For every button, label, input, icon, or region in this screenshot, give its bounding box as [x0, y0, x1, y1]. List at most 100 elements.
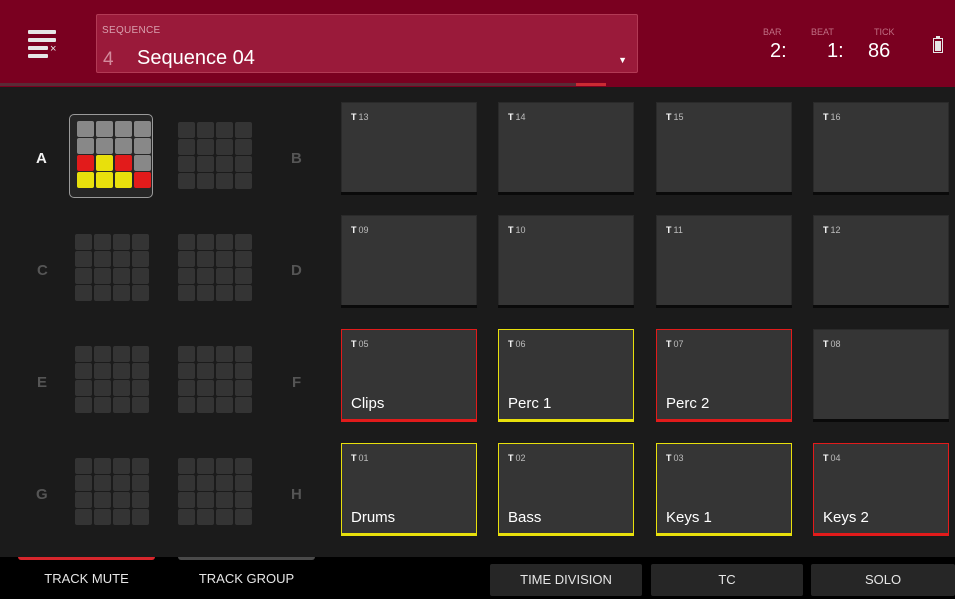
bank-cell	[197, 458, 214, 474]
track-name: Keys 1	[666, 509, 712, 526]
track-pad[interactable]: T 11	[656, 215, 792, 308]
track-pad-bottom-bar	[341, 305, 477, 308]
sequence-selector[interactable]: SEQUENCE 4 Sequence 04 ▼	[96, 14, 638, 73]
track-pad[interactable]: T 03 Keys 1	[656, 443, 792, 536]
bank-cell	[178, 380, 195, 396]
track-pad[interactable]: T 10	[498, 215, 634, 308]
track-pad[interactable]: T 04 Keys 2	[813, 443, 949, 536]
track-name: Drums	[351, 509, 396, 526]
bank-cell	[75, 397, 92, 413]
bank-cell	[178, 346, 195, 362]
bank-e-grid[interactable]	[70, 338, 154, 422]
track-pad[interactable]: T 14	[498, 102, 634, 195]
sequence-number: 4	[103, 49, 114, 70]
tick-value[interactable]: 86	[868, 40, 890, 63]
track-pad-bottom-bar	[656, 192, 792, 195]
bank-letter-b[interactable]: B	[291, 150, 302, 167]
bank-cell	[197, 122, 214, 138]
bank-letter-f[interactable]: F	[292, 374, 301, 391]
track-number: T 14	[508, 112, 526, 122]
bank-cell	[216, 173, 233, 189]
bank-cell	[134, 172, 151, 188]
track-pad[interactable]: T 02 Bass	[498, 443, 634, 536]
bank-cell	[178, 458, 195, 474]
footer-bar: TRACK MUTE TRACK GROUP TIME DIVISION TC …	[0, 557, 955, 599]
track-pad[interactable]: T 13	[341, 102, 477, 195]
tc-button[interactable]: TC	[651, 564, 803, 596]
bank-letter-a[interactable]: A	[36, 150, 47, 167]
bank-cell	[235, 363, 252, 379]
bank-cell	[77, 172, 94, 188]
bank-letter-h[interactable]: H	[291, 486, 302, 503]
track-name: Bass	[508, 509, 542, 526]
track-group-tab[interactable]: TRACK GROUP	[178, 557, 315, 599]
bank-cell	[96, 172, 113, 188]
bank-cell	[197, 492, 214, 508]
bank-cell	[132, 492, 149, 508]
track-pad[interactable]: T 12	[813, 215, 949, 308]
bank-cell	[75, 492, 92, 508]
track-pad[interactable]: T 01 Drums	[341, 443, 477, 536]
bank-c-grid[interactable]	[70, 226, 154, 310]
solo-button[interactable]: SOLO	[811, 564, 955, 596]
bank-cell	[178, 251, 195, 267]
track-mute-tab[interactable]: TRACK MUTE	[18, 557, 155, 599]
bank-cell	[113, 268, 130, 284]
bank-cell	[75, 251, 92, 267]
bank-cell	[132, 268, 149, 284]
bank-letter-c[interactable]: C	[37, 262, 48, 279]
track-number: T 16	[823, 112, 841, 122]
time-division-button[interactable]: TIME DIVISION	[490, 564, 642, 596]
bank-letter-g[interactable]: G	[36, 486, 48, 503]
bank-h-grid[interactable]	[173, 450, 257, 534]
tick-caption: TICK	[874, 27, 895, 37]
bank-cell	[197, 380, 214, 396]
bank-cell	[75, 380, 92, 396]
bank-cell	[178, 492, 195, 508]
bank-g-grid[interactable]	[70, 450, 154, 534]
bank-b-grid[interactable]	[173, 114, 257, 198]
track-number: T 11	[666, 225, 683, 235]
bank-cell	[94, 509, 111, 525]
bank-cell	[235, 509, 252, 525]
track-name: Clips	[351, 395, 385, 412]
track-pad-bottom-bar	[341, 419, 477, 422]
track-pad[interactable]: T 07 Perc 2	[656, 329, 792, 422]
bank-cell	[197, 346, 214, 362]
bank-cell	[216, 268, 233, 284]
track-number: T 10	[508, 225, 526, 235]
dropdown-caret-icon: ▼	[618, 55, 627, 65]
bank-cell	[132, 475, 149, 491]
track-name: Perc 2	[666, 395, 710, 412]
bank-letter-d[interactable]: D	[291, 262, 302, 279]
bank-cell	[77, 121, 94, 137]
bank-cell	[216, 475, 233, 491]
bank-cell	[94, 268, 111, 284]
track-pad[interactable]: T 15	[656, 102, 792, 195]
track-pad-bottom-bar	[498, 305, 634, 308]
bank-cell	[132, 234, 149, 250]
bar-caption: BAR	[763, 27, 782, 37]
bank-a-grid[interactable]	[69, 114, 153, 198]
bank-cell	[115, 138, 132, 154]
track-pad[interactable]: T 06 Perc 1	[498, 329, 634, 422]
bank-cell	[197, 156, 214, 172]
bank-cell	[178, 139, 195, 155]
bar-value[interactable]: 2:	[770, 40, 787, 63]
track-pad[interactable]: T 05 Clips	[341, 329, 477, 422]
bank-cell	[115, 172, 132, 188]
track-pad-bottom-bar	[813, 419, 949, 422]
bank-f-grid[interactable]	[173, 338, 257, 422]
bank-letter-e[interactable]: E	[37, 374, 47, 391]
bank-d-grid[interactable]	[173, 226, 257, 310]
bank-cell	[132, 285, 149, 301]
track-pad-bottom-bar	[498, 533, 634, 536]
bank-cell	[178, 397, 195, 413]
bank-cell	[235, 268, 252, 284]
track-pad[interactable]: T 09	[341, 215, 477, 308]
track-pad-bottom-bar	[498, 419, 634, 422]
track-pad[interactable]: T 08	[813, 329, 949, 422]
beat-value[interactable]: 1:	[827, 40, 844, 63]
main-menu-icon[interactable]: ×	[28, 30, 60, 60]
track-pad[interactable]: T 16	[813, 102, 949, 195]
